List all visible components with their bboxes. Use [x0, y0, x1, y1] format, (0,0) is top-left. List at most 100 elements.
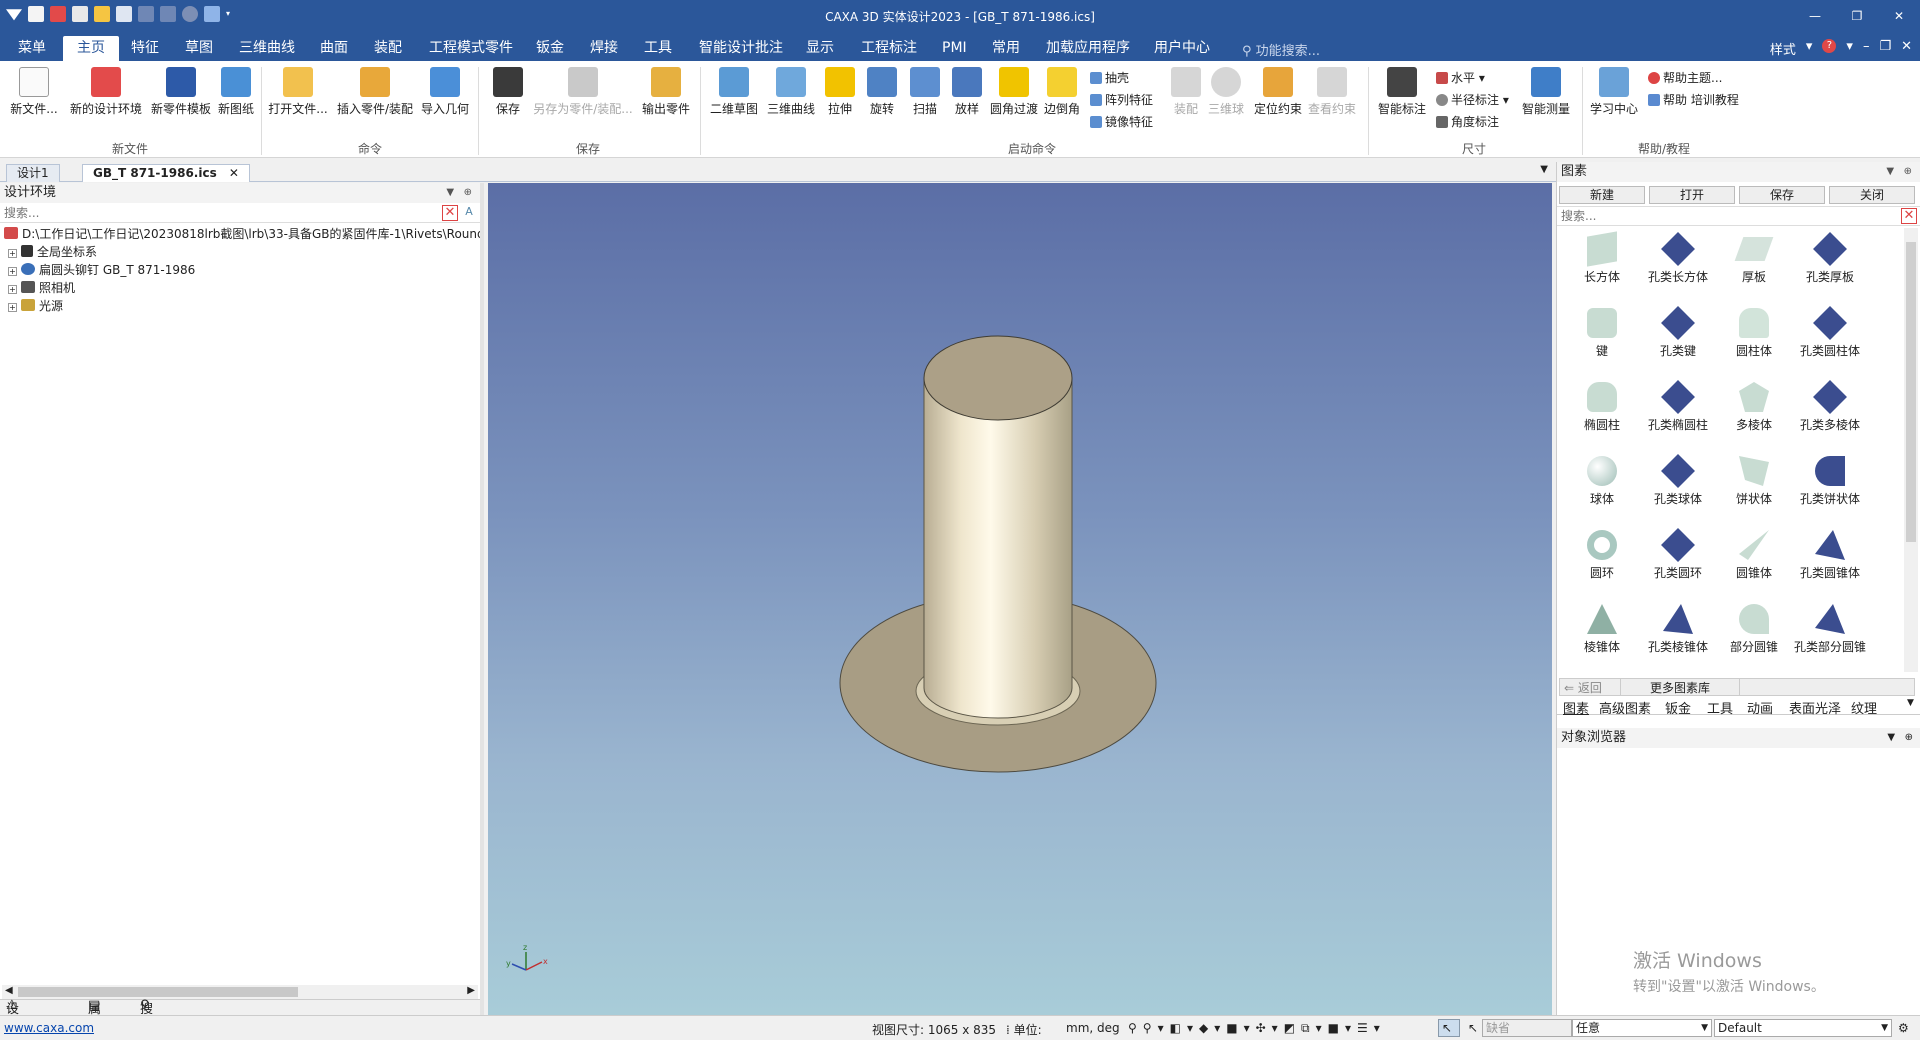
doc-tab-design1[interactable]: 设计1 — [6, 164, 60, 182]
gallery-item-hole-prism[interactable]: 孔类多棱体 — [1791, 376, 1869, 446]
clear-search-icon[interactable]: ✕ — [442, 205, 458, 221]
display-mode-icon[interactable]: ■▾ — [1226, 1021, 1255, 1035]
catalog-close-button[interactable]: 关闭 — [1829, 186, 1915, 204]
save-button[interactable]: 保存 — [488, 67, 528, 117]
gallery-item-hole-key[interactable]: 孔类键 — [1639, 302, 1717, 372]
tab-texture[interactable]: 纹理 — [1851, 698, 1877, 717]
scroll-left-icon[interactable]: ◀ — [5, 985, 13, 996]
smart-dim-button[interactable]: 智能标注 — [1374, 67, 1430, 117]
gallery-item-hole-pie[interactable]: 孔类饼状体 — [1791, 450, 1869, 520]
pointer-select-icon[interactable]: ↖ — [1438, 1019, 1460, 1037]
tree-item-root-path[interactable]: D:\工作日记\工作日记\20230818lrb截图\lrb\33-具备GB的紧… — [0, 225, 480, 243]
restore-icon[interactable]: ❐ — [1836, 0, 1878, 32]
doc-tabs-dropdown-icon[interactable]: ▼ — [1540, 164, 1548, 175]
gallery-item-sphere[interactable]: 球体 — [1563, 450, 1641, 520]
render-style-icon[interactable]: ◆▾ — [1199, 1021, 1226, 1035]
scene-icon[interactable]: ☰▾ — [1357, 1021, 1386, 1035]
unit-value[interactable]: mm, deg — [1066, 1021, 1120, 1035]
tabs-dropdown-icon[interactable]: ▼ — [1907, 698, 1914, 708]
tab-tools[interactable]: 工具 — [644, 36, 672, 61]
tab-sheet-metal[interactable]: 钣金 — [536, 36, 564, 61]
catalog-open-button[interactable]: 打开 — [1649, 186, 1735, 204]
tab-feature[interactable]: 特征 — [131, 36, 159, 61]
default-select-field[interactable]: 缺省 — [1482, 1019, 1572, 1037]
sketch2d-button[interactable]: 二维草图 — [704, 67, 764, 117]
tab-menu[interactable]: 菜单 — [18, 36, 46, 61]
tab-advanced-elements[interactable]: 高级图素 — [1599, 698, 1651, 717]
gallery-item-partial-cone[interactable]: 部分圆锥 — [1715, 598, 1793, 668]
export-part-button[interactable]: 输出零件 — [636, 67, 696, 117]
tab-elements[interactable]: 图素 — [1563, 698, 1589, 717]
tab-home[interactable]: 主页 — [63, 36, 119, 61]
sweep-button[interactable]: 扫描 — [903, 67, 947, 117]
select-filter-icon[interactable]: ⧉▾ — [1301, 1021, 1328, 1035]
zoom-dropdown-icon[interactable]: ⚲▾ — [1143, 1021, 1170, 1035]
chamfer-button[interactable]: 边倒角 — [1040, 67, 1084, 117]
shell-button[interactable]: 抽壳 — [1090, 69, 1129, 86]
any-select-field[interactable]: 任意 ▼ — [1572, 1019, 1712, 1037]
import-geometry-button[interactable]: 导入几何 — [418, 67, 472, 117]
settings-icon[interactable]: ⚙ — [1898, 1021, 1909, 1035]
more-elements-button[interactable]: 更多图素库 — [1620, 679, 1740, 696]
help-icon[interactable]: ? — [1822, 39, 1837, 53]
any-select-dropdown-icon[interactable]: ▼ — [1701, 1020, 1708, 1036]
style-dropdown-icon[interactable]: ▾ — [1806, 39, 1813, 58]
tab-user-center[interactable]: 用户中心 — [1154, 36, 1210, 61]
loft-button[interactable]: 放样 — [945, 67, 989, 117]
doc-restore-icon[interactable]: ❐ — [1879, 39, 1891, 58]
expand-icon[interactable]: + — [8, 249, 17, 258]
style-menu[interactable]: 样式 — [1770, 39, 1796, 58]
object-browser-pin-icon[interactable]: ▼ ⊕ — [1887, 728, 1913, 748]
gallery-item-prism[interactable]: 多棱体 — [1715, 376, 1793, 446]
doc-minimize-icon[interactable]: – — [1863, 39, 1870, 58]
new-part-template-button[interactable]: 新零件模板 — [146, 67, 216, 117]
tab-display[interactable]: 显示 — [806, 36, 834, 61]
expand-icon[interactable]: + — [8, 267, 17, 276]
gallery-scrollbar[interactable] — [1904, 228, 1918, 672]
open-file-button[interactable]: 打开文件... — [266, 67, 330, 117]
tab-assembly[interactable]: 装配 — [374, 36, 402, 61]
angle-dim-button[interactable]: 角度标注 — [1436, 113, 1499, 130]
gallery-item-cylinder[interactable]: 圆柱体 — [1715, 302, 1793, 372]
feature-search[interactable]: ⚲ 功能搜索... — [1242, 40, 1320, 59]
design-env-search-input[interactable] — [0, 203, 480, 222]
caxa-website-link[interactable]: www.caxa.com — [4, 1021, 94, 1035]
ball3d-button[interactable]: 三维球 — [1204, 67, 1248, 117]
tab-surface-gloss[interactable]: 表面光泽 — [1789, 698, 1841, 717]
tab-sketch[interactable]: 草图 — [185, 36, 213, 61]
render-select-dropdown-icon[interactable]: ▼ — [1881, 1020, 1888, 1036]
view-constraint-button[interactable]: 查看约束 — [1304, 67, 1360, 117]
gallery-scrollbar-thumb[interactable] — [1906, 242, 1916, 542]
help-topics-button[interactable]: 帮助主题... — [1648, 69, 1722, 86]
scrollbar-thumb[interactable] — [18, 987, 298, 997]
panel-pin-icon[interactable]: ▼ ⊕ — [446, 183, 472, 203]
gallery-item-hole-cylinder[interactable]: 孔类圆柱体 — [1791, 302, 1869, 372]
clear-catalog-search-icon[interactable]: ✕ — [1901, 208, 1917, 224]
learning-center-button[interactable]: 学习中心 — [1586, 67, 1642, 117]
tree-item-light[interactable]: + 光源 — [0, 297, 480, 315]
help-dropdown-icon[interactable]: ▾ — [1846, 39, 1853, 58]
horizontal-dim-button[interactable]: 水平 ▾ — [1436, 69, 1485, 86]
tab-common[interactable]: 常用 — [992, 36, 1020, 61]
fillet-button[interactable]: 圆角过渡 — [986, 67, 1042, 117]
panel-pin-icon[interactable]: ▼ ⊕ — [1886, 162, 1912, 182]
extrude-button[interactable]: 拉伸 — [818, 67, 862, 117]
section-icon[interactable]: ◩ — [1284, 1021, 1301, 1035]
gallery-item-hole-partial-cone[interactable]: 孔类部分圆锥 — [1791, 598, 1869, 668]
zoom-icon[interactable]: ⚲ — [1128, 1021, 1143, 1035]
gallery-item-hole-torus[interactable]: 孔类圆环 — [1639, 524, 1717, 594]
scroll-right-icon[interactable]: ▶ — [467, 985, 475, 996]
tab-animation[interactable]: 动画 — [1747, 698, 1773, 717]
save-as-part-button[interactable]: 另存为零件/装配... — [528, 67, 638, 117]
help-training-button[interactable]: 帮助 培训教程 — [1648, 91, 1739, 108]
3d-viewport[interactable]: z x y — [488, 183, 1552, 1015]
doc-close-icon[interactable]: ✕ — [1901, 39, 1912, 58]
gallery-item-box[interactable]: 长方体 — [1563, 228, 1641, 298]
assemble-button[interactable]: 装配 — [1166, 67, 1206, 117]
gallery-item-elliptic-cylinder[interactable]: 椭圆柱 — [1563, 376, 1641, 446]
gallery-item-pie[interactable]: 饼状体 — [1715, 450, 1793, 520]
minimize-icon[interactable]: — — [1794, 0, 1836, 32]
new-drawing-button[interactable]: 新图纸 — [214, 67, 258, 117]
gallery-item-hole-sphere[interactable]: 孔类球体 — [1639, 450, 1717, 520]
expand-icon[interactable]: + — [8, 303, 17, 312]
